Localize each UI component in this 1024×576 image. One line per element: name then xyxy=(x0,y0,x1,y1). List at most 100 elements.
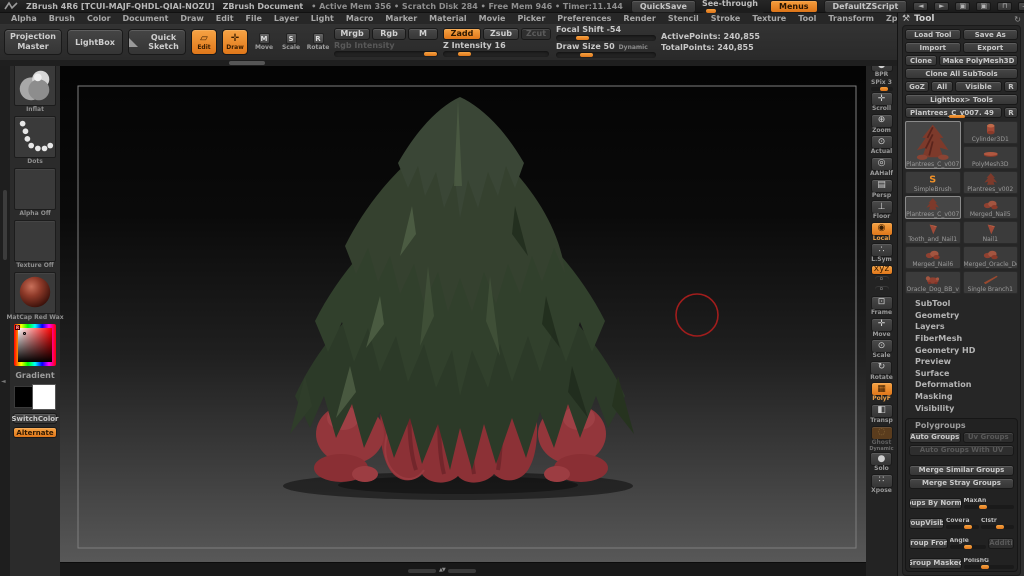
group-visible-button[interactable]: GroupVisible xyxy=(909,518,944,529)
additive-button[interactable]: Additi xyxy=(988,538,1014,549)
groups-by-normals-button[interactable]: Groups By Normals xyxy=(909,498,962,509)
menu-file[interactable]: File xyxy=(241,14,267,23)
menu-picker[interactable]: Picker xyxy=(512,14,550,23)
strip-solo-button[interactable]: Dynamic●Solo xyxy=(869,447,893,473)
lightbox-button[interactable]: LightBox xyxy=(67,29,123,55)
menu-stencil[interactable]: Stencil xyxy=(663,14,704,23)
auto-groups-with-uv-button[interactable]: Auto Groups With UV xyxy=(909,445,1014,456)
strip-xyz-button[interactable]: xyz xyxy=(871,265,893,275)
history-forward-icon[interactable]: ► xyxy=(934,2,949,11)
strip-xpose-button[interactable]: ∷Xpose xyxy=(871,474,893,495)
strip-polyf-button[interactable]: ▦PolyF xyxy=(871,382,893,403)
inventory-item-cylinder3d1[interactable]: Cylinder3D1 xyxy=(963,121,1019,144)
section-surface[interactable]: Surface xyxy=(905,368,1018,380)
spix-slider[interactable] xyxy=(871,87,893,91)
merge-similar-groups-button[interactable]: Merge Similar Groups xyxy=(909,465,1014,476)
strip-ghost-button[interactable]: ◌Ghost xyxy=(871,426,893,447)
strip-frame-button[interactable]: ⊡Frame xyxy=(871,296,893,317)
lock-icon[interactable]: ⊓ xyxy=(997,2,1012,11)
alpha-thumbnail-off[interactable] xyxy=(14,168,56,210)
strip-actual-button[interactable]: ⊙Actual xyxy=(871,135,893,156)
m-button[interactable]: M xyxy=(408,28,438,40)
inventory-item-nail1[interactable]: Nail1 xyxy=(963,221,1019,244)
inventory-item-plantrees-v002[interactable]: Plantrees_v002 xyxy=(963,171,1019,194)
load-tool-button[interactable]: Load Tool xyxy=(905,29,961,40)
section-visibility[interactable]: Visibility xyxy=(905,402,1018,414)
alternate-button[interactable]: Alternate xyxy=(13,427,57,438)
inventory-item-merged-nail6[interactable]: Merged_Nail6 xyxy=(905,246,961,269)
projection-master-button[interactable]: Projection Master xyxy=(4,29,62,55)
texture-selector[interactable]: Texture Off xyxy=(14,220,56,269)
substrip-slider[interactable] xyxy=(229,61,265,65)
menu-transform[interactable]: Transform xyxy=(823,14,879,23)
zcut-button[interactable]: Zcut xyxy=(521,28,551,40)
menus-button[interactable]: Menus xyxy=(770,0,818,13)
color-picker[interactable]: R xyxy=(14,324,56,366)
strip-scroll-button[interactable]: ✛Scroll xyxy=(871,92,893,113)
quicksave-button[interactable]: QuickSave xyxy=(631,0,696,13)
clone-all-subtools-button[interactable]: Clone All SubTools xyxy=(905,68,1018,79)
zsub-button[interactable]: Zsub xyxy=(483,28,519,40)
current-tool-r-button[interactable]: R xyxy=(1004,107,1018,118)
material-selector[interactable]: MatCap Red Wax xyxy=(6,272,63,321)
mrgb-button[interactable]: Mrgb xyxy=(334,28,370,40)
strip-floor-button[interactable]: ⊥Floor xyxy=(871,200,893,221)
scale-button[interactable]: S Scale xyxy=(280,31,302,53)
secondary-color-swatch[interactable] xyxy=(32,384,56,410)
section-geometry[interactable]: Geometry xyxy=(905,310,1018,322)
inventory-item-tooth-and-nail1[interactable]: Tooth_and_Nail1 xyxy=(905,221,961,244)
strip-zoom-button[interactable]: ⊕Zoom xyxy=(871,114,893,135)
maxangle-slider[interactable]: MaxAn xyxy=(964,498,1015,509)
angle-slider[interactable]: Angle xyxy=(950,538,987,549)
menu-stroke[interactable]: Stroke xyxy=(706,14,746,23)
cluster-slider[interactable]: Clstr xyxy=(981,518,1014,529)
group-masked-button[interactable]: Group Masked xyxy=(909,558,962,569)
menu-light[interactable]: Light xyxy=(306,14,339,23)
menu-material[interactable]: Material xyxy=(424,14,471,23)
polygroups-title[interactable]: Polygroups xyxy=(909,421,1014,430)
inventory-item-merged-nail5[interactable]: Merged_Nail5 xyxy=(963,196,1019,219)
inventory-item-plantrees-c-v007[interactable]: Plantrees_C_v007 xyxy=(905,196,961,219)
inventory-item-oracle-dog-bb-v[interactable]: Oracle_Dog_BB_v xyxy=(905,271,961,294)
export-button[interactable]: Export xyxy=(963,42,1019,53)
material-thumbnail-redwax[interactable] xyxy=(14,272,56,314)
rgb-button[interactable]: Rgb xyxy=(372,28,406,40)
canvas-divider-handle[interactable]: ▲▼ xyxy=(408,568,476,573)
menu-preferences[interactable]: Preferences xyxy=(552,14,616,23)
menu-document[interactable]: Document xyxy=(118,14,174,23)
quick-sketch-button[interactable]: Quick Sketch xyxy=(128,29,186,55)
zadd-button[interactable]: Zadd xyxy=(443,28,481,40)
import-button[interactable]: Import xyxy=(905,42,961,53)
goz-all-button[interactable]: All xyxy=(931,81,953,92)
menu-render[interactable]: Render xyxy=(618,14,660,23)
section-subtool[interactable]: SubTool xyxy=(905,298,1018,310)
strip-persp-button[interactable]: ▤Persp xyxy=(871,179,893,200)
strip-item-button[interactable]: ◦ xyxy=(875,286,889,295)
menu-marker[interactable]: Marker xyxy=(380,14,422,23)
menu-draw[interactable]: Draw xyxy=(175,14,208,23)
brush-selector[interactable]: Inflat xyxy=(14,64,56,113)
left-scroll-handle[interactable] xyxy=(3,190,7,260)
polish-slider[interactable]: PolishG xyxy=(964,558,1015,569)
make-polymesh3d-button[interactable]: Make PolyMesh3D xyxy=(939,55,1018,66)
stroke-thumbnail-dots[interactable] xyxy=(14,116,56,158)
merge-stray-groups-button[interactable]: Merge Stray Groups xyxy=(909,478,1014,489)
see-through-slider[interactable]: See-through xyxy=(702,0,764,13)
strip-l-sym-button[interactable]: ∴L.Sym xyxy=(871,243,893,264)
draw-size-slider[interactable]: Draw Size 50Dynamic xyxy=(556,43,656,58)
coverage-slider[interactable]: Covera xyxy=(946,518,979,529)
inventory-item-plantrees-c-v007[interactable]: Plantrees_C_v007 xyxy=(905,121,961,169)
z-intensity-slider[interactable]: Z Intensity 16 xyxy=(443,42,551,57)
menu-texture[interactable]: Texture xyxy=(747,14,791,23)
section-layers[interactable]: Layers xyxy=(905,321,1018,333)
left-expand-arrow-icon[interactable]: ◄ xyxy=(1,378,6,385)
default-zscript-button[interactable]: DefaultZScript xyxy=(824,0,908,13)
strip-transp-button[interactable]: ◧Transp xyxy=(870,404,893,425)
uv-groups-button[interactable]: Uv Groups xyxy=(963,432,1015,443)
strip-spix-3-button[interactable]: SPix 3 xyxy=(871,80,893,92)
goz-r-button[interactable]: R xyxy=(1004,81,1018,92)
move-button[interactable]: M Move xyxy=(253,31,275,53)
menu-edit[interactable]: Edit xyxy=(211,14,239,23)
inventory-item-simplebrush[interactable]: SSimpleBrush xyxy=(905,171,961,194)
strip-move-button[interactable]: ✛Move xyxy=(871,318,893,339)
